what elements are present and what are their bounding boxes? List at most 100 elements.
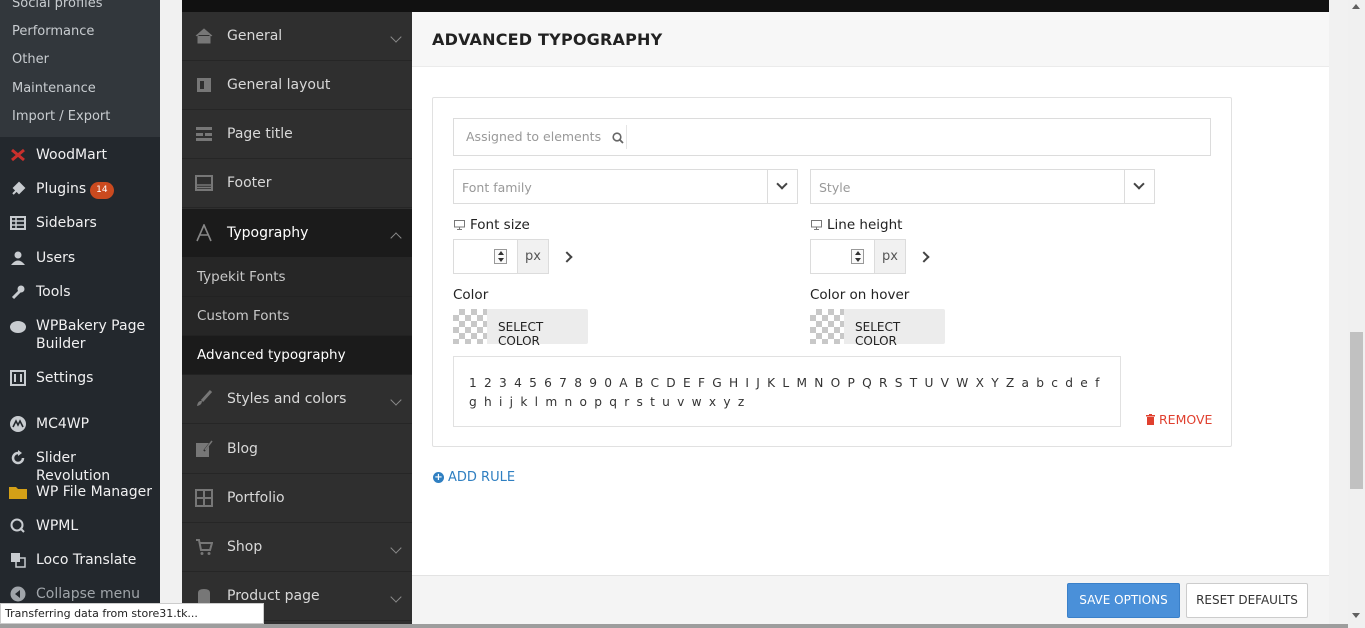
slider-revolution-icon: [9, 449, 27, 467]
nav-shop[interactable]: Shop: [182, 523, 412, 572]
line-height-label: Line height: [827, 217, 903, 233]
subnav-label: Advanced typography: [197, 347, 346, 363]
line-height-input[interactable]: px: [810, 239, 906, 274]
translate-icon: [9, 551, 27, 569]
page-scrollbar[interactable]: [1348, 0, 1365, 628]
subnav-advanced-typography[interactable]: Advanced typography: [182, 336, 412, 375]
settings-content: ADVANCED TYPOGRAPHY Assigned to elements…: [412, 12, 1329, 628]
nav-typography[interactable]: Typography: [182, 209, 412, 258]
menu-label: Loco Translate: [36, 552, 137, 568]
submenu-performance[interactable]: Performance: [12, 24, 94, 39]
add-rule-label: ADD RULE: [448, 470, 516, 485]
desktop-icon: [811, 220, 822, 230]
nav-label: Shop: [227, 539, 263, 555]
wpml-icon: [9, 517, 27, 535]
folder-icon: [9, 483, 27, 501]
header-strip: [182, 0, 1329, 12]
submenu-social-profiles[interactable]: Social profiles: [12, 0, 103, 11]
assigned-elements-input[interactable]: Assigned to elements: [453, 118, 1211, 156]
hover-color-swatch: [810, 309, 844, 344]
menu-label: Tools: [36, 284, 71, 300]
plus-circle-icon: +: [433, 472, 444, 483]
chevron-up-icon: [390, 232, 402, 244]
plugins-label: Plugins: [36, 181, 87, 197]
submenu-import-export[interactable]: Import / Export: [12, 109, 110, 124]
section-header: ADVANCED TYPOGRAPHY: [412, 12, 1329, 67]
select-color-button[interactable]: SELECT COLOR: [453, 309, 588, 348]
collapse-icon: [9, 585, 27, 603]
nav-label: General layout: [227, 77, 331, 93]
menu-label: Settings: [36, 370, 94, 386]
nav-label: Footer: [227, 175, 272, 191]
menu-label: Plugins 14: [36, 180, 154, 199]
typography-icon: [196, 224, 212, 242]
trash-icon: [1146, 414, 1155, 425]
input-divider: [626, 125, 627, 149]
menu-label: MC4WP: [36, 416, 90, 432]
chevron-right-icon[interactable]: [561, 251, 573, 263]
select-hover-color-button[interactable]: SELECT COLOR: [810, 309, 945, 348]
font-size-input[interactable]: px: [453, 239, 549, 274]
color-swatch: [453, 309, 487, 344]
menu-label: WPBakery Page Builder: [36, 318, 146, 352]
submenu-maintenance[interactable]: Maintenance: [12, 81, 96, 96]
layout-icon: [197, 78, 211, 92]
remove-label: REMOVE: [1159, 412, 1213, 427]
menu-label: WPML: [36, 518, 79, 534]
add-rule-button[interactable]: + ADD RULE: [433, 470, 515, 485]
scroll-thumb[interactable]: [1350, 332, 1363, 489]
select-color-label: SELECT COLOR: [498, 320, 544, 348]
remove-rule-button[interactable]: REMOVE: [1146, 412, 1212, 427]
style-placeholder: Style: [819, 180, 851, 195]
nav-general[interactable]: General: [182, 12, 412, 61]
font-family-placeholder: Font family: [462, 180, 532, 195]
font-size-unit: px: [517, 240, 548, 273]
menu-label: Collapse menu: [36, 586, 140, 602]
nav-page-title[interactable]: Page title: [182, 110, 412, 159]
subnav-custom-fonts[interactable]: Custom Fonts: [182, 297, 412, 336]
home-icon: [195, 28, 213, 44]
page-title-icon: [196, 127, 212, 141]
chevron-down-icon: [390, 31, 402, 43]
select-color-label: SELECT COLOR: [855, 320, 901, 348]
line-height-stepper[interactable]: [851, 249, 864, 264]
save-options-button[interactable]: SAVE OPTIONS: [1067, 583, 1180, 618]
nav-label: Typography: [227, 225, 309, 241]
users-icon: [9, 249, 27, 267]
nav-portfolio[interactable]: Portfolio: [182, 474, 412, 523]
chevron-right-icon[interactable]: [918, 251, 930, 263]
menu-label: WoodMart: [36, 147, 107, 163]
nav-label: Blog: [227, 441, 258, 457]
font-size-stepper[interactable]: [494, 249, 507, 264]
nav-label: Portfolio: [227, 490, 285, 506]
grid-icon: [195, 489, 213, 507]
nav-footer[interactable]: Footer: [182, 159, 412, 208]
scroll-down-icon[interactable]: [1352, 613, 1360, 618]
submenu-other[interactable]: Other: [12, 52, 49, 67]
chevron-down-icon: [390, 394, 402, 406]
nav-blog[interactable]: Blog: [182, 425, 412, 474]
wp-submenu: Social profiles Performance Other Mainte…: [0, 0, 160, 137]
tools-icon: [9, 283, 27, 301]
subnav-typekit-fonts[interactable]: Typekit Fonts: [182, 258, 412, 297]
nav-label: Page title: [227, 126, 293, 142]
reset-defaults-button[interactable]: RESET DEFAULTS: [1186, 583, 1308, 618]
sidebars-icon: [9, 214, 27, 232]
plugins-update-badge: 14: [90, 182, 114, 199]
nav-general-layout[interactable]: General layout: [182, 61, 412, 110]
desktop-icon: [454, 220, 465, 230]
subnav-label: Custom Fonts: [197, 308, 290, 324]
nav-styles-and-colors[interactable]: Styles and colors: [182, 375, 412, 424]
wpbakery-icon: [9, 317, 27, 335]
color-hover-label: Color on hover: [810, 287, 910, 303]
nav-label: Styles and colors: [227, 391, 347, 407]
taskbar-strip: [0, 624, 1348, 628]
browser-status-bar: Transferring data from store31.tk...: [0, 603, 264, 624]
font-preview: 1 2 3 4 5 6 7 8 9 0 A B C D E F G H I J …: [453, 356, 1121, 427]
style-select[interactable]: Style: [810, 169, 1155, 204]
chevron-down-icon: [390, 542, 402, 554]
brush-icon: [197, 390, 213, 406]
font-family-select[interactable]: Font family: [453, 169, 798, 204]
scroll-up-icon[interactable]: [1352, 4, 1360, 9]
chevron-down-icon: [1124, 170, 1154, 203]
